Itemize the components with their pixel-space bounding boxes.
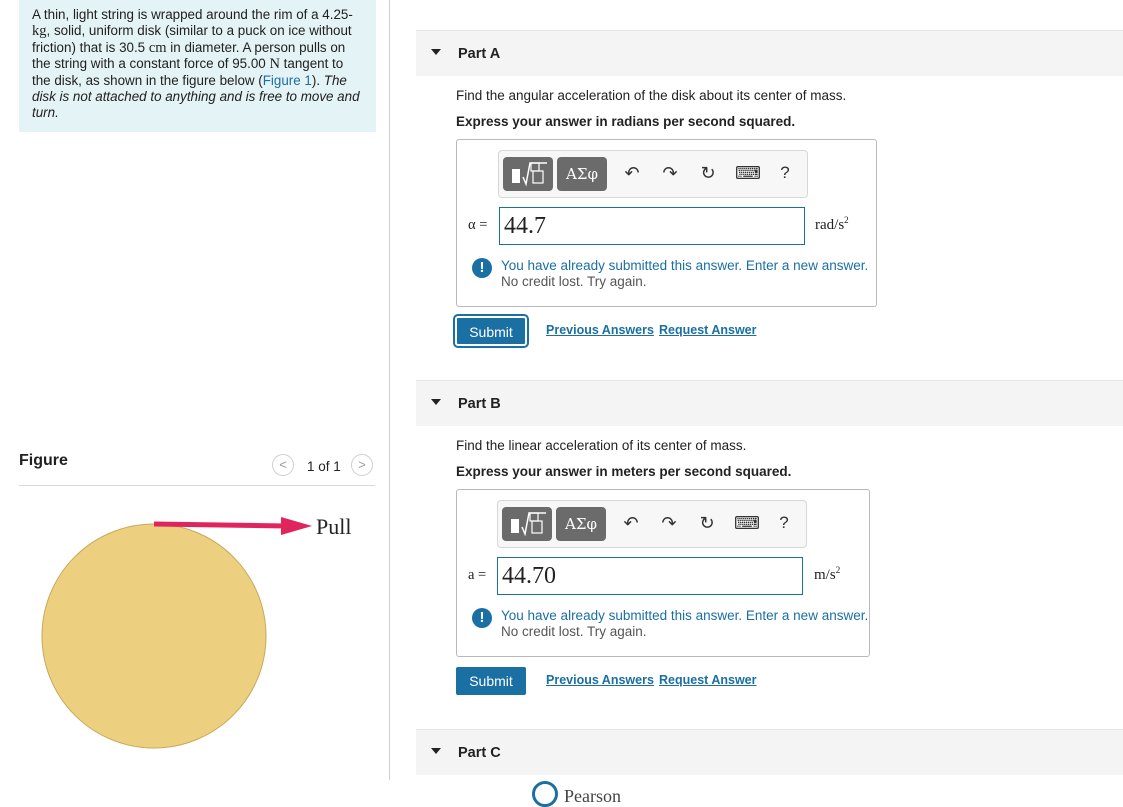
figure-title: Figure bbox=[19, 452, 68, 469]
alert-icon: ! bbox=[472, 608, 492, 628]
unit-base: rad/s bbox=[815, 217, 845, 233]
part-title: Part A bbox=[458, 46, 501, 62]
pull-label: Pull bbox=[316, 514, 351, 539]
footer-brand: Pearson bbox=[564, 786, 621, 806]
unit-label: m/s2 bbox=[814, 565, 841, 584]
mass-value: 4.25- bbox=[322, 7, 353, 22]
templates-button[interactable] bbox=[503, 157, 553, 191]
answer-input[interactable]: 44.7 bbox=[499, 207, 805, 245]
part-c-header[interactable]: Part C bbox=[416, 729, 1123, 775]
figure-image: Pull bbox=[41, 514, 351, 749]
unit-base: m/s bbox=[814, 567, 836, 583]
redo-icon[interactable]: ↷ bbox=[657, 511, 681, 535]
diameter-unit: cm bbox=[148, 39, 167, 56]
column-divider bbox=[389, 0, 390, 780]
pearson-logo-icon bbox=[532, 781, 558, 807]
figure-next-button[interactable]: > bbox=[351, 454, 373, 476]
figure-counter: 1 of 1 bbox=[307, 459, 341, 474]
part-b-question: Find the linear acceleration of its cent… bbox=[456, 438, 747, 453]
greek-symbols-button[interactable]: ΑΣφ bbox=[557, 157, 607, 191]
problem-text: ). bbox=[311, 73, 324, 89]
keyboard-icon[interactable]: ⌨ bbox=[735, 161, 761, 185]
math-toolbar: ΑΣφ ↶ ↷ ↻ ⌨ ? bbox=[498, 150, 808, 198]
part-b-instruction: Express your answer in meters per second… bbox=[456, 464, 792, 479]
help-button[interactable]: ? bbox=[772, 511, 796, 535]
part-b-answer-box: ΑΣφ ↶ ↷ ↻ ⌨ ? a = 44.70 m/s2 ! You have … bbox=[456, 489, 870, 657]
feedback-subtext: No credit lost. Try again. bbox=[501, 624, 647, 639]
part-title: Part B bbox=[458, 396, 501, 412]
previous-answers-link[interactable]: Previous Answers bbox=[546, 323, 654, 337]
caret-down-icon bbox=[431, 49, 441, 55]
fraction-root-icon bbox=[512, 162, 547, 187]
part-a-question: Find the angular acceleration of the dis… bbox=[456, 88, 847, 103]
part-a-header[interactable]: Part A bbox=[416, 30, 1123, 76]
problem-text: A thin, light string is wrapped around t… bbox=[32, 7, 323, 22]
request-answer-link[interactable]: Request Answer bbox=[659, 323, 756, 337]
alert-icon: ! bbox=[472, 258, 492, 278]
math-toolbar: ΑΣφ ↶ ↷ ↻ ⌨ ? bbox=[497, 500, 807, 548]
feedback-message: You have already submitted this answer. … bbox=[501, 258, 869, 273]
redo-icon[interactable]: ↷ bbox=[658, 161, 682, 185]
reset-icon[interactable]: ↻ bbox=[696, 161, 720, 185]
request-answer-link[interactable]: Request Answer bbox=[659, 673, 756, 687]
templates-button[interactable] bbox=[502, 507, 552, 541]
mass-unit: kg bbox=[32, 22, 47, 39]
undo-icon[interactable]: ↶ bbox=[619, 511, 643, 535]
force-unit: N bbox=[269, 56, 280, 73]
part-title: Part C bbox=[458, 745, 501, 761]
chevron-left-icon: < bbox=[279, 457, 287, 472]
unit-label: rad/s2 bbox=[815, 215, 849, 234]
figure-prev-button[interactable]: < bbox=[272, 454, 294, 476]
greek-symbols-button[interactable]: ΑΣφ bbox=[556, 507, 606, 541]
caret-down-icon bbox=[431, 748, 441, 754]
caret-down-icon bbox=[431, 399, 441, 405]
help-button[interactable]: ? bbox=[773, 161, 797, 185]
keyboard-icon[interactable]: ⌨ bbox=[734, 511, 760, 535]
unit-exponent: 2 bbox=[835, 565, 841, 575]
undo-icon[interactable]: ↶ bbox=[620, 161, 644, 185]
figure-link[interactable]: Figure 1 bbox=[263, 73, 312, 88]
part-b-header[interactable]: Part B bbox=[416, 380, 1123, 426]
reset-icon[interactable]: ↻ bbox=[695, 511, 719, 535]
part-a-instruction: Express your answer in radians per secon… bbox=[456, 114, 796, 129]
feedback-subtext: No credit lost. Try again. bbox=[501, 274, 647, 289]
feedback-message: You have already submitted this answer. … bbox=[501, 608, 869, 623]
submit-button[interactable]: Submit bbox=[453, 314, 529, 348]
chevron-right-icon: > bbox=[358, 457, 366, 472]
variable-label: α = bbox=[468, 217, 488, 233]
figure-divider bbox=[19, 485, 375, 486]
problem-statement: A thin, light string is wrapped around t… bbox=[19, 0, 376, 132]
previous-answers-link[interactable]: Previous Answers bbox=[546, 673, 654, 687]
disk bbox=[41, 523, 267, 749]
variable-label: a = bbox=[468, 567, 487, 583]
unit-exponent: 2 bbox=[844, 215, 849, 225]
pull-string bbox=[153, 521, 288, 529]
part-a-answer-box: ΑΣφ ↶ ↷ ↻ ⌨ ? α = 44.7 rad/s2 ! You have… bbox=[456, 139, 877, 307]
fraction-root-icon bbox=[511, 512, 546, 537]
pull-arrow-head bbox=[281, 517, 312, 535]
submit-button[interactable]: Submit bbox=[456, 667, 526, 695]
answer-input[interactable]: 44.70 bbox=[497, 557, 803, 595]
